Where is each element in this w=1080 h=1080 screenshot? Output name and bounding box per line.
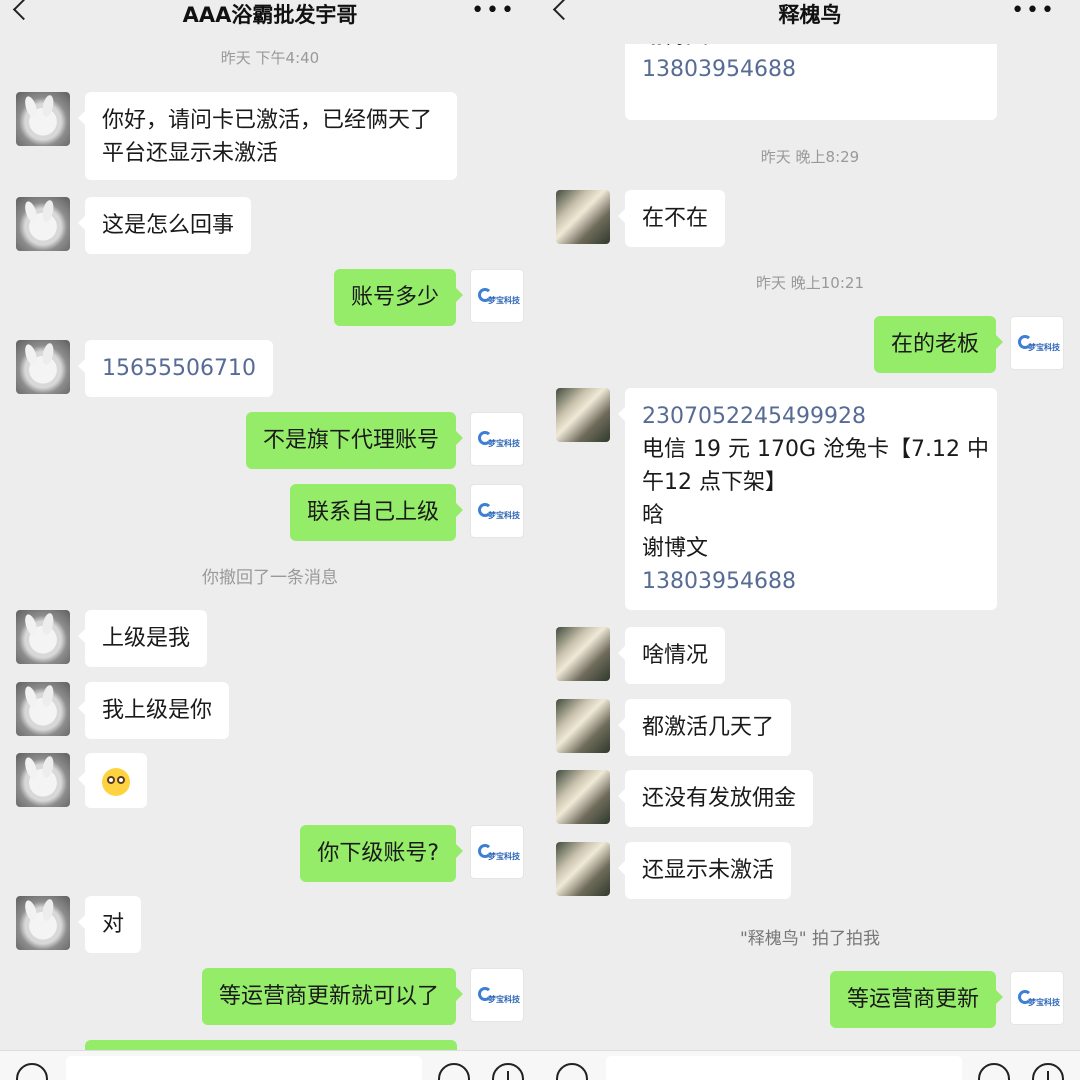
emoji-message[interactable]: [78, 753, 147, 808]
contact-avatar[interactable]: [556, 190, 610, 244]
contact-avatar[interactable]: [556, 770, 610, 824]
contact-avatar[interactable]: [556, 699, 610, 753]
outgoing-message[interactable]: 联系自己上级: [289, 484, 464, 541]
my-avatar[interactable]: 梦宝科技: [1010, 316, 1064, 370]
plus-button-icon[interactable]: [1032, 1063, 1064, 1080]
chat-panel-right: 谢博文 13803954688 释槐鸟 ••• 昨天 晚上8:29 在不在 昨天…: [540, 0, 1080, 1080]
outgoing-message[interactable]: 等运营商更新: [829, 971, 1004, 1028]
incoming-message[interactable]: 还没有发放佣金: [617, 770, 814, 827]
contact-avatar[interactable]: [16, 682, 70, 736]
my-avatar[interactable]: 梦宝科技: [470, 412, 524, 466]
emoji-button-icon[interactable]: [978, 1063, 1010, 1080]
contact-avatar[interactable]: [16, 896, 70, 950]
incoming-message[interactable]: 2307052245499928 电信 19 元 170G 沧兔卡【7.12 中…: [618, 388, 997, 610]
plus-button-icon[interactable]: [492, 1063, 524, 1080]
voice-icon[interactable]: [556, 1063, 588, 1080]
my-avatar[interactable]: 梦宝科技: [1010, 971, 1064, 1025]
contact-avatar[interactable]: [556, 388, 610, 442]
message-input[interactable]: [606, 1056, 962, 1080]
more-options-icon[interactable]: •••: [471, 0, 516, 23]
incoming-message[interactable]: 还显示未激活: [617, 842, 792, 899]
contact-avatar[interactable]: [556, 627, 610, 681]
my-avatar[interactable]: 梦宝科技: [470, 269, 524, 323]
outgoing-message[interactable]: 在的老板: [873, 316, 1004, 373]
incoming-message[interactable]: 啥情况: [617, 627, 726, 684]
my-avatar[interactable]: 梦宝科技: [470, 968, 524, 1022]
input-bar: [540, 1050, 1080, 1080]
chat-title: AAA浴霸批发宇哥: [182, 3, 358, 27]
more-options-icon[interactable]: •••: [1011, 0, 1056, 23]
incoming-message[interactable]: 你好，请问卡已激活，已经俩天了 平台还显示未激活: [78, 92, 457, 180]
incoming-message[interactable]: 我上级是你: [77, 682, 230, 739]
timestamp: 昨天 晚上10:21: [756, 274, 864, 292]
contact-avatar[interactable]: [16, 753, 70, 807]
recall-notice: 你撤回了一条消息: [202, 568, 338, 588]
message-input[interactable]: [66, 1056, 422, 1080]
contact-avatar[interactable]: [16, 197, 70, 251]
timestamp: 昨天 下午4:40: [220, 49, 320, 67]
contact-avatar[interactable]: [16, 92, 70, 146]
input-bar: [0, 1050, 540, 1080]
my-avatar[interactable]: 梦宝科技: [470, 825, 524, 879]
contact-avatar[interactable]: [16, 340, 70, 394]
outgoing-message[interactable]: 等运营商更新就可以了: [201, 968, 464, 1025]
pat-notice: "释槐鸟" 拍了拍我: [739, 929, 881, 949]
chat-header: 释槐鸟 •••: [540, 0, 1080, 44]
chat-panel-left: AAA浴霸批发宇哥 ••• 昨天 下午4:40 你好，请问卡已激活，已经俩天了 …: [0, 0, 540, 1080]
contact-avatar[interactable]: [556, 842, 610, 896]
outgoing-message[interactable]: 你下级账号?: [300, 825, 463, 882]
incoming-message[interactable]: 对: [77, 896, 142, 953]
voice-icon[interactable]: [16, 1063, 48, 1080]
chat-header: AAA浴霸批发宇哥 •••: [0, 0, 540, 28]
my-avatar[interactable]: 梦宝科技: [470, 484, 524, 538]
contact-avatar[interactable]: [16, 610, 70, 664]
timestamp: 昨天 晚上8:29: [760, 148, 860, 166]
emoji-button-icon[interactable]: [438, 1063, 470, 1080]
chat-title: 释槐鸟: [778, 3, 842, 27]
flushed-face-icon: [102, 768, 130, 796]
incoming-message[interactable]: 上级是我: [77, 610, 208, 667]
outgoing-message[interactable]: 不是旗下代理账号: [245, 412, 464, 469]
phone-number-message[interactable]: 15655506710: [78, 340, 273, 397]
incoming-message[interactable]: 这是怎么回事: [77, 197, 252, 254]
outgoing-message[interactable]: 账号多少: [333, 269, 464, 326]
incoming-message[interactable]: 都激活几天了: [617, 699, 792, 756]
incoming-message[interactable]: 在不在: [617, 190, 726, 247]
